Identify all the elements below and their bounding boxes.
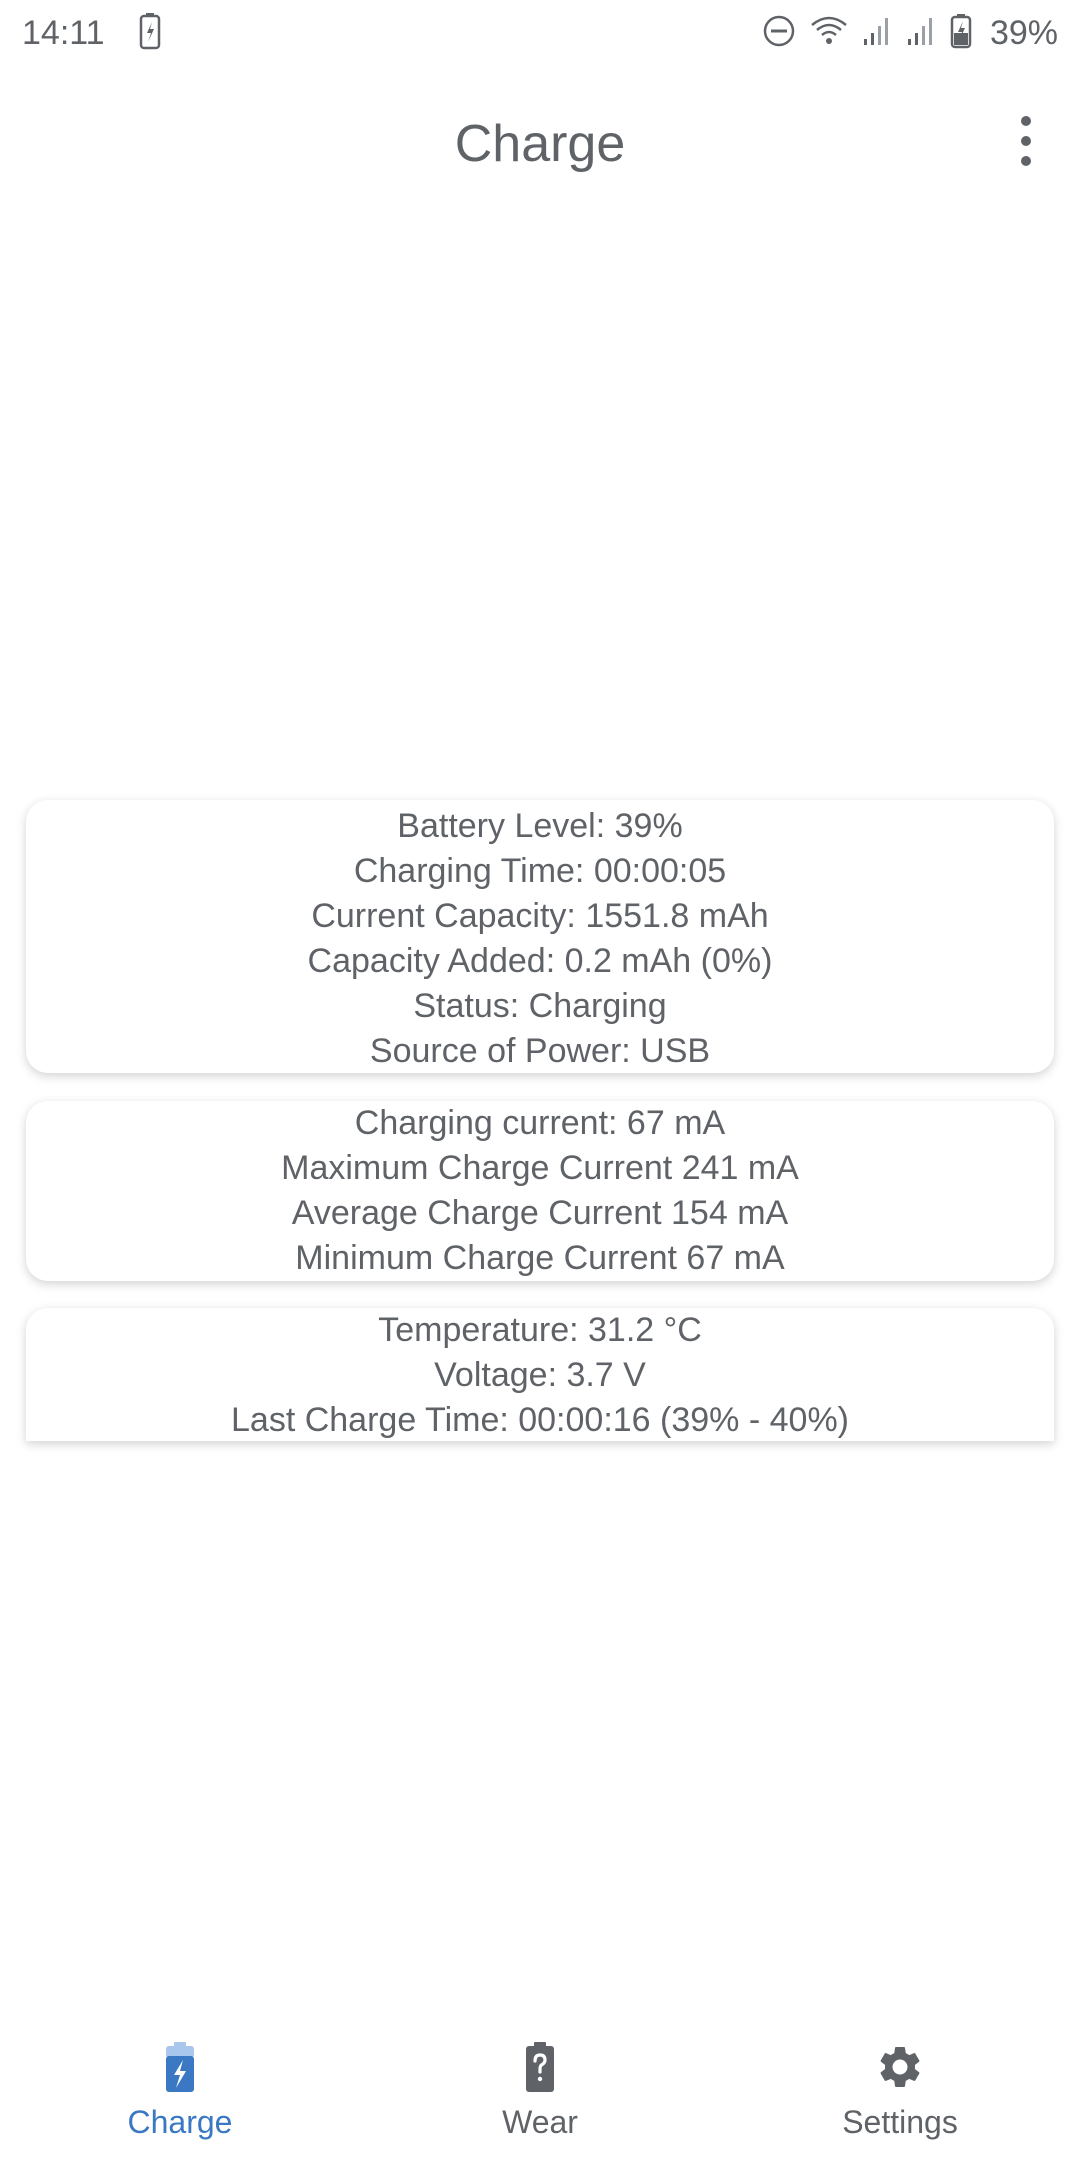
- charging-battery-icon: [155, 2040, 205, 2094]
- status-time: 14:11: [22, 13, 105, 52]
- nav-label-wear: Wear: [502, 2104, 578, 2140]
- signal-icon-2: [906, 15, 936, 52]
- status-text: Status: Charging: [413, 987, 667, 1025]
- power-source-text: Source of Power: USB: [369, 1032, 711, 1070]
- current-capacity-text: Current Capacity: 1551.8 mAh: [311, 897, 769, 935]
- nav-label-settings: Settings: [842, 2104, 958, 2140]
- wifi-icon: [810, 15, 848, 52]
- current-info-card: Charging current: 67 mA Maximum Charge C…: [26, 1101, 1054, 1281]
- nav-item-charge[interactable]: Charge: [0, 2020, 360, 2160]
- app-bar: Charge: [0, 66, 1080, 226]
- battery-info-card: Battery Level: 39% Charging Time: 00:00:…: [26, 800, 1054, 1073]
- more-vert-icon-dot: [1021, 136, 1031, 146]
- charging-time-text: Charging Time: 00:00:05: [353, 852, 727, 890]
- status-left: 14:11: [22, 12, 161, 55]
- misc-info-card: Temperature: 31.2 °C Voltage: 3.7 V Last…: [26, 1308, 1054, 1441]
- more-vert-icon-dot: [1021, 156, 1031, 166]
- max-current-text: Maximum Charge Current 241 mA: [281, 1149, 799, 1187]
- avg-current-text: Average Charge Current 154 mA: [291, 1194, 789, 1232]
- capacity-added-text: Capacity Added: 0.2 mAh (0%): [307, 942, 773, 980]
- voltage-text: Voltage: 3.7 V: [434, 1356, 646, 1394]
- battery-charging-notification-icon: [139, 12, 161, 55]
- do-not-disturb-icon: [762, 14, 796, 53]
- min-current-text: Minimum Charge Current 67 mA: [295, 1239, 785, 1277]
- nav-item-wear[interactable]: Wear: [360, 2020, 720, 2160]
- charging-current-text: Charging current: 67 mA: [354, 1104, 726, 1142]
- page-title: Charge: [454, 115, 626, 173]
- gear-icon: [875, 2040, 925, 2094]
- signal-icon: [862, 15, 892, 52]
- battery-icon: [950, 13, 972, 54]
- nav-label-charge: Charge: [127, 2104, 233, 2140]
- watch-question-icon: [515, 2040, 565, 2094]
- more-vert-icon-dot: [1021, 116, 1031, 126]
- bottom-navigation: Charge Wear Settings: [0, 2020, 1080, 2160]
- last-charge-time-text: Last Charge Time: 00:00:16 (39% - 40%): [231, 1401, 849, 1439]
- status-right: 39%: [762, 13, 1058, 54]
- temperature-text: Temperature: 31.2 °C: [378, 1311, 702, 1349]
- battery-level-text: Battery Level: 39%: [397, 807, 683, 845]
- overflow-menu-button[interactable]: [1006, 116, 1046, 166]
- battery-percentage: 39%: [989, 13, 1058, 52]
- nav-item-settings[interactable]: Settings: [720, 2020, 1080, 2160]
- status-bar: 14:11 39%: [0, 0, 1080, 66]
